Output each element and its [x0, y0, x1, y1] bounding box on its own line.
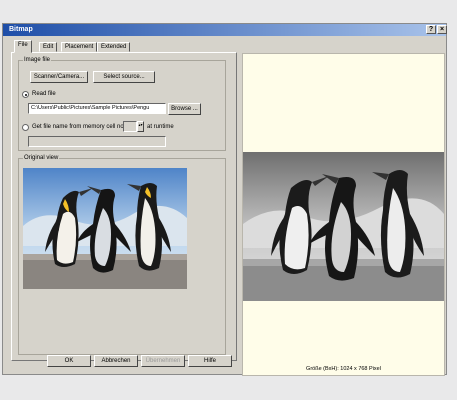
original-view-group-label: Original view — [23, 154, 60, 162]
help-title-button[interactable]: ? — [426, 25, 436, 34]
cancel-button[interactable]: Abbrechen — [94, 355, 138, 367]
bitmap-dialog: Bitmap ? × File Edit Placement Extended … — [2, 23, 447, 376]
memory-cell-number-input[interactable] — [123, 121, 137, 132]
title-bar: Bitmap ? × — [3, 24, 447, 36]
image-preview-panel: Größe (BxH): 1024 x 768 Pixel — [242, 53, 445, 376]
original-penguin-photo — [23, 168, 187, 289]
read-file-radio[interactable] — [22, 91, 29, 98]
ok-button[interactable]: OK — [47, 355, 91, 367]
original-view-group: Original view — [18, 154, 226, 355]
file-path-input[interactable]: C:\Users\Public\Pictures\Sample Pictures… — [28, 103, 166, 114]
image-size-label: Größe (BxH): 1024 x 768 Pixel — [306, 366, 381, 372]
tab-file[interactable]: File — [14, 40, 32, 53]
memory-cell-label: Get file name from memory cell no. — [32, 124, 126, 130]
tab-extended[interactable]: Extended — [97, 42, 131, 52]
tab-edit[interactable]: Edit — [39, 42, 58, 52]
browse-button[interactable]: Browse ... — [168, 103, 201, 115]
scanner-camera-button[interactable]: Scanner/Camera... — [30, 71, 88, 83]
original-penguin-image — [23, 168, 187, 289]
select-source-button[interactable]: Select source... — [93, 71, 155, 83]
memory-cell-spinner[interactable]: ▴▾ — [137, 121, 144, 132]
spinner-arrows-icon: ▴▾ — [138, 122, 143, 127]
memory-cell-radio[interactable] — [22, 124, 29, 131]
preview-penguin-photo — [243, 152, 444, 301]
window-title: Bitmap — [9, 26, 33, 33]
at-runtime-label: at runtime — [147, 124, 174, 130]
tab-placement[interactable]: Placement — [61, 42, 98, 52]
help-button[interactable]: Hilfe — [188, 355, 232, 367]
file-tab-panel: Image file Scanner/Camera... Select sour… — [11, 52, 237, 361]
close-button[interactable]: × — [437, 25, 447, 34]
memory-result-field — [28, 136, 166, 147]
preview-penguin-image — [243, 152, 444, 301]
image-file-group: Image file Scanner/Camera... Select sour… — [18, 56, 226, 151]
image-file-group-label: Image file — [23, 56, 52, 64]
read-file-label: Read file — [32, 91, 56, 97]
apply-button[interactable]: Übernehmen — [141, 355, 185, 367]
